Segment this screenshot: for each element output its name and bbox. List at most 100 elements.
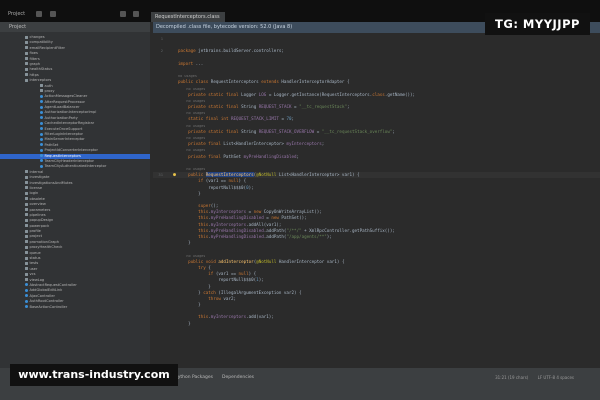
tree-item-label: TeamCityHeaderInterceptor <box>44 158 95 163</box>
encoding-text[interactable]: LF UTF-8 4 spaces <box>538 375 574 380</box>
tree-item-label: proxy <box>44 88 55 93</box>
class-icon <box>40 121 43 125</box>
class-icon <box>40 137 43 141</box>
class-icon <box>40 132 43 136</box>
tree-item-label: ProjectIdConverterInterceptor <box>44 148 98 153</box>
folder-icon <box>25 240 28 244</box>
tree-item-label: viewLog <box>29 277 45 282</box>
tree-item-label: AjaxController <box>29 293 55 298</box>
folder-icon <box>25 46 28 50</box>
folder-icon <box>25 181 28 185</box>
tree-item-label: powerpack <box>29 223 50 228</box>
tree-item-label: popupDesign <box>29 218 54 223</box>
python-packages-button[interactable]: Python Packages <box>175 373 213 382</box>
tree-item-label: queue <box>29 250 41 255</box>
collapse-icon[interactable] <box>36 11 42 17</box>
tree-item-label: proxyHealthCheck <box>29 245 63 250</box>
tree-item-label: profile <box>29 229 41 234</box>
tree-item-label: AgentLoadBalancer <box>44 105 80 110</box>
sidebar-header-label: Project <box>9 24 27 30</box>
class-icon <box>40 127 43 131</box>
tree-item-label: AbstractRequestController <box>29 282 77 287</box>
tree-item-label: AuthRootController <box>29 299 64 304</box>
hide-icon[interactable] <box>133 11 139 17</box>
tree-item-label: fixes <box>29 51 38 56</box>
editor-tab-requestinterceptors[interactable]: RequestInterceptors.class <box>151 12 225 22</box>
folder-icon <box>25 245 28 249</box>
folder-icon <box>25 67 28 71</box>
tree-item-label: overview <box>29 202 46 207</box>
tree-item-label: MainServerInterceptor <box>44 137 85 142</box>
tree-class-item[interactable]: BaseActionController <box>0 305 150 310</box>
folder-icon <box>25 191 28 195</box>
tree-item-label: compatibility <box>29 40 53 45</box>
folder-icon <box>25 186 28 190</box>
class-icon <box>40 148 43 152</box>
tree-item-label: parameters <box>29 207 51 212</box>
folder-icon <box>25 251 28 255</box>
tree-item-label: login <box>29 191 39 196</box>
code-editor[interactable]: Decompiled .class file, bytecode version… <box>153 22 600 368</box>
tree-item-label: user <box>29 266 38 271</box>
folder-icon <box>25 78 28 82</box>
dependencies-button[interactable]: Dependencies <box>222 373 254 382</box>
tree-item-label: internal <box>29 169 44 174</box>
tree-item-label: tests <box>29 261 39 266</box>
code-lines[interactable]: 1 2 package jetbrains.buildServer.controll… <box>153 36 600 327</box>
tree-item-label: TeamCityAuthenticatedInterceptor <box>44 164 107 169</box>
folder-icon <box>25 62 28 66</box>
tree-item-label: investigate <box>29 175 50 180</box>
class-icon <box>25 294 28 298</box>
folder-icon <box>25 224 28 228</box>
folder-icon <box>25 272 28 276</box>
tree-item-label: investigationsAndMutes <box>29 180 73 185</box>
decompiled-banner-text: Decompiled .class file, bytecode version… <box>156 24 293 30</box>
class-icon <box>40 143 43 147</box>
class-icon <box>25 288 28 292</box>
folder-icon <box>25 40 28 44</box>
tree-item-label: ExecuteOnceSupport <box>44 126 83 131</box>
tree-item-label: AfterRequestProcessor <box>44 99 86 104</box>
folder-icon <box>25 57 28 61</box>
watermark-url: www.trans-industry.com <box>10 364 178 386</box>
class-icon <box>25 299 28 303</box>
folder-icon <box>25 213 28 217</box>
tree-item-label: pipelines <box>29 212 46 217</box>
tree-item-label: AuthorizationInterceptorImpl <box>44 110 97 115</box>
watermark-tg: TG: MYYJJPP <box>485 13 590 35</box>
tree-item-label: promotionGraph <box>29 239 60 244</box>
tree-item-label: https <box>29 72 39 77</box>
folder-icon <box>25 51 28 55</box>
tree-item-label: project <box>29 234 42 239</box>
cursor-position-text[interactable]: 31:21 (19 chars) <box>495 375 528 380</box>
scroll-from-source-icon[interactable] <box>50 11 56 17</box>
folder-icon <box>25 170 28 174</box>
folder-icon <box>25 234 28 238</box>
class-icon <box>40 116 43 120</box>
gear-icon[interactable] <box>120 11 126 17</box>
tree-item-label: status <box>29 256 41 261</box>
tree-item-label: FilterLoginInterceptor <box>44 132 84 137</box>
tree-item-label: AddGlobalEditLink <box>29 288 63 293</box>
class-icon <box>40 110 43 114</box>
tree-item-label: AuthorizationParty <box>44 115 78 120</box>
project-tool-tab[interactable]: Project <box>8 9 25 19</box>
class-icon <box>40 159 43 163</box>
tree-item-label: graph <box>29 61 41 66</box>
class-icon <box>40 94 43 98</box>
folder-icon <box>25 278 28 282</box>
code-line[interactable]: } <box>153 321 600 327</box>
sidebar-header: Project <box>0 22 150 32</box>
tree-item-label: PathSet <box>44 142 59 147</box>
tree-item-label: healthStatus <box>29 67 53 72</box>
tree-item-label: filters <box>29 56 40 61</box>
class-icon <box>40 154 43 158</box>
folder-icon <box>25 256 28 260</box>
folder-icon <box>25 197 28 201</box>
tree-item-label: CachedInterceptorRegistrar <box>44 121 95 126</box>
folder-icon <box>25 35 28 39</box>
tree-item-label: ActionMessagesCleaner <box>44 94 88 99</box>
code-text[interactable]: } <box>178 321 191 327</box>
cursor-position[interactable]: 31:21 (19 chars) LF UTF-8 4 spaces <box>495 373 574 382</box>
folder-icon <box>25 261 28 265</box>
